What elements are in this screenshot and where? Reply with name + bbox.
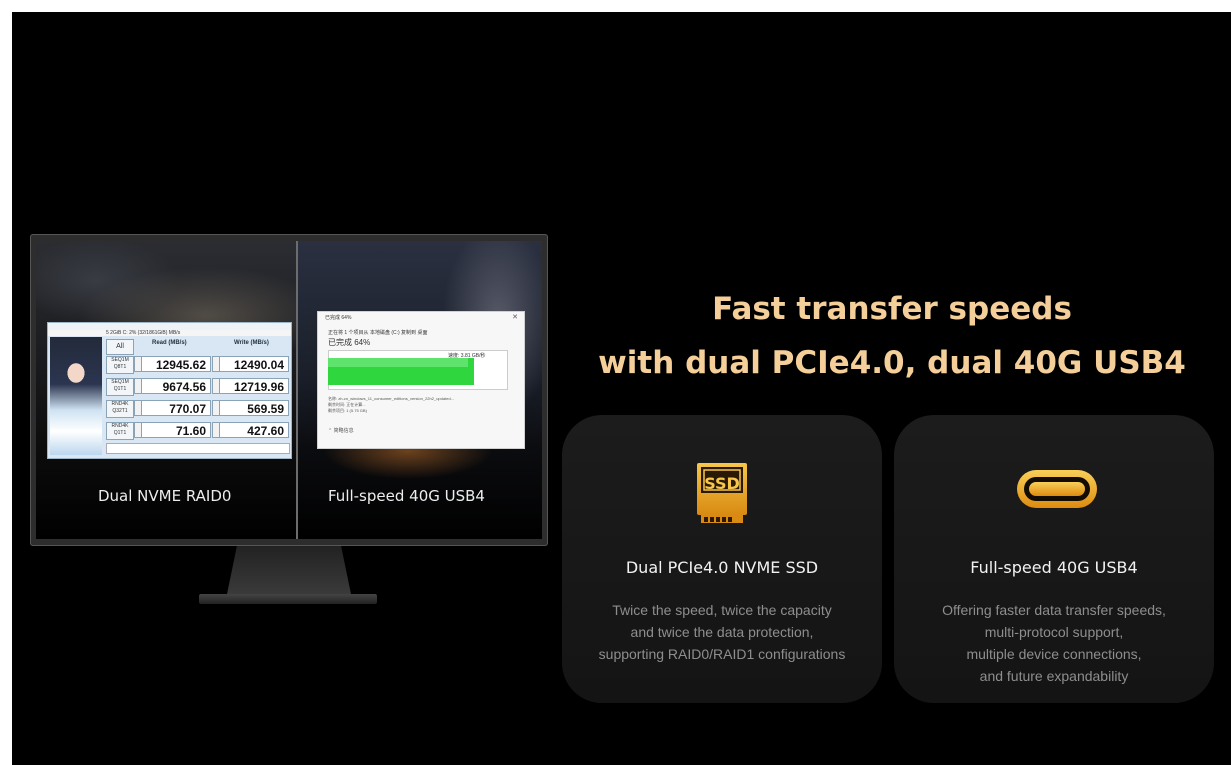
left-screen-caption: Dual NVME RAID0 <box>98 487 232 505</box>
feature-description: Offering faster data transfer speeds, mu… <box>894 599 1214 687</box>
ssd-icon <box>697 463 747 523</box>
feature-description-line: multiple device connections, <box>966 646 1142 662</box>
right-screen-caption: Full-speed 40G USB4 <box>328 487 485 505</box>
copy-info: 名称: zh-cn_windows_11_consumer_editions_v… <box>328 396 454 414</box>
feature-description: Twice the speed, twice the capacity and … <box>562 599 882 665</box>
benchmark-comment-field <box>106 443 290 454</box>
close-icon: ✕ <box>512 314 518 321</box>
read-value: 12945.62 <box>141 356 211 372</box>
screen-divider <box>296 241 298 539</box>
write-value: 427.60 <box>219 422 289 438</box>
ssd-icon-label: SSD <box>704 474 740 493</box>
monitor-screen: 5 2GiB C: 2% (32/1861GiB) MB/s All Read … <box>36 241 542 539</box>
feature-description-line: and future expandability <box>979 668 1129 684</box>
feature-description-line: multi-protocol support, <box>984 624 1124 640</box>
anime-character-image <box>50 337 102 455</box>
feature-card-ssd: SSD Dual PCIe4.0 NVME SSD Twice the spee… <box>562 415 882 703</box>
read-value: 71.60 <box>141 422 211 438</box>
benchmark-row-label: RND4K Q1T1 <box>106 422 134 440</box>
benchmark-window: 5 2GiB C: 2% (32/1861GiB) MB/s All Read … <box>47 322 292 459</box>
copy-speed: 速度: 3.81 GB/秒 <box>448 353 486 359</box>
headline-line-1: Fast transfer speeds <box>712 291 1072 327</box>
write-value: 12490.04 <box>219 356 289 372</box>
benchmark-titlebar <box>48 323 291 330</box>
file-copy-dialog: 已完成 64% ✕ 正在将 1 个项目从 本地磁盘 (C:) 复制到 桌面 已完… <box>317 311 525 449</box>
benchmark-row-label: SEQ1M Q8T1 <box>106 356 134 374</box>
screen-right-half: 已完成 64% ✕ 正在将 1 个项目从 本地磁盘 (C:) 复制到 桌面 已完… <box>298 241 542 539</box>
headline-line-2: with dual PCIe4.0, dual 40G USB4 <box>598 345 1186 381</box>
feature-card-usb4: Full-speed 40G USB4 Offering faster data… <box>894 415 1214 703</box>
monitor-stand-neck <box>227 546 351 594</box>
feature-title: Full-speed 40G USB4 <box>970 558 1138 577</box>
feature-description-line: supporting RAID0/RAID1 configurations <box>598 646 846 662</box>
benchmark-row-label: RND4K Q32T1 <box>106 400 134 418</box>
copy-dialog-title: 已完成 64% <box>325 315 352 321</box>
copy-description: 正在将 1 个项目从 本地磁盘 (C:) 复制到 桌面 <box>328 330 428 336</box>
feature-description-line: Twice the speed, twice the capacity <box>612 602 832 618</box>
write-header: Write (MB/s) <box>234 340 269 346</box>
screen-left-half: 5 2GiB C: 2% (32/1861GiB) MB/s All Read … <box>36 241 297 539</box>
write-value: 12719.96 <box>219 378 289 394</box>
usb-c-icon <box>1017 470 1097 508</box>
product-banner: 5 2GiB C: 2% (32/1861GiB) MB/s All Read … <box>12 12 1231 765</box>
feature-title: Dual PCIe4.0 NVME SSD <box>625 558 819 577</box>
benchmark-toolbar: 5 2GiB C: 2% (32/1861GiB) MB/s <box>106 330 181 336</box>
read-header: Read (MB/s) <box>152 340 187 346</box>
feature-description-line: Offering faster data transfer speeds, <box>942 602 1166 618</box>
copy-progress-highlight <box>328 358 468 367</box>
copy-percent: 已完成 64% <box>328 338 371 347</box>
read-value: 770.07 <box>141 400 211 416</box>
copy-less-details: ⌃ 简略信息 <box>328 427 354 434</box>
monitor-illustration: 5 2GiB C: 2% (32/1861GiB) MB/s All Read … <box>30 234 548 546</box>
benchmark-all-button: All <box>106 339 134 355</box>
monitor-stand-base <box>199 594 377 604</box>
benchmark-row-label: SEQ1M Q1T1 <box>106 378 134 396</box>
copy-less-label: 简略信息 <box>333 428 354 434</box>
copy-info-items: 剩余项目: 1 (5.75 GB) <box>328 408 367 413</box>
feature-description-line: and twice the data protection, <box>630 624 814 640</box>
read-value: 9674.56 <box>141 378 211 394</box>
page-headline: Fast transfer speeds with dual PCIe4.0, … <box>572 282 1212 390</box>
write-value: 569.59 <box>219 400 289 416</box>
